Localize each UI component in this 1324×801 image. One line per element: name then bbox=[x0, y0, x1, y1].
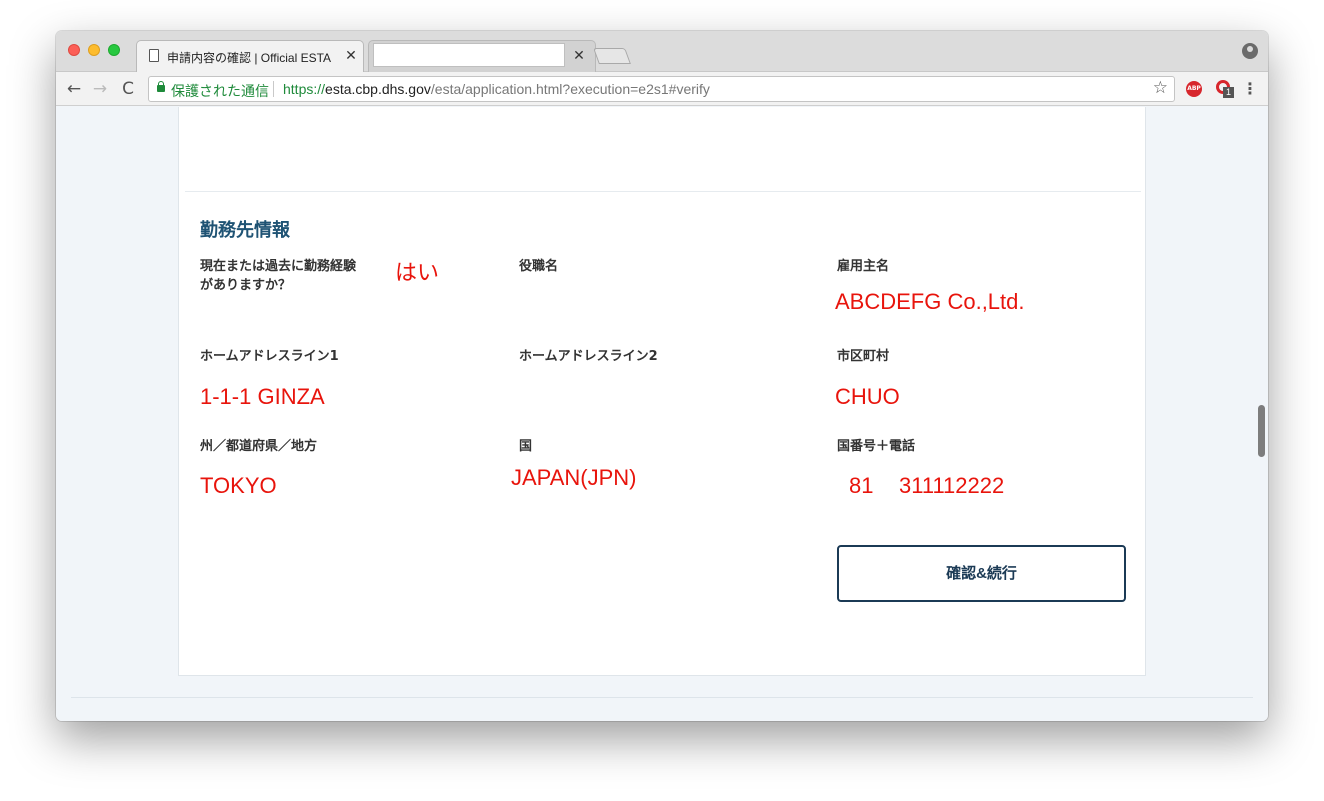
state-label: 州／都道府県／地方 bbox=[200, 439, 318, 454]
employment-experience-label: 現在または過去に勤務経験 がありますか？ bbox=[200, 257, 356, 295]
page-footer-divider bbox=[71, 697, 1253, 698]
city-value: CHUO bbox=[835, 384, 900, 409]
secure-connection-label: 保護された通信 bbox=[171, 83, 269, 99]
close-icon[interactable]: ✕ bbox=[571, 47, 587, 63]
bookmark-star-icon[interactable]: ☆ bbox=[1153, 78, 1168, 98]
job-title-label: 役職名 bbox=[519, 259, 559, 274]
close-icon[interactable]: ✕ bbox=[343, 47, 359, 63]
employment-label-line1: 現在または過去に勤務経験 bbox=[200, 259, 357, 274]
application-card: 勤務先情報 現在または過去に勤務経験 がありますか？ はい 役職名 雇用主名 A… bbox=[178, 107, 1146, 676]
omnibox-separator bbox=[273, 81, 274, 97]
forward-arrow-icon[interactable]: → bbox=[88, 77, 112, 101]
phone-country-code-value: 81 bbox=[849, 473, 874, 498]
address-line1-value: 1-1-1 GINZA bbox=[200, 384, 325, 409]
confirm-continue-button[interactable]: 確認&続行 bbox=[837, 545, 1126, 602]
url-host: esta.cbp.dhs.gov bbox=[325, 81, 431, 97]
profile-icon[interactable] bbox=[1242, 43, 1258, 59]
city-label: 市区町村 bbox=[837, 349, 890, 364]
back-arrow-icon[interactable]: ← bbox=[62, 77, 86, 101]
extension-icon[interactable]: 1 bbox=[1216, 80, 1234, 98]
employment-label-line2: がありますか？ bbox=[200, 278, 292, 293]
section-title: 勤務先情報 bbox=[200, 220, 290, 241]
page-viewport: 勤務先情報 現在または過去に勤務経験 がありますか？ はい 役職名 雇用主名 A… bbox=[56, 107, 1268, 721]
url-path: /esta/application.html?execution=e2s1#ve… bbox=[430, 81, 710, 97]
section-divider bbox=[185, 191, 1141, 192]
phone-number-value: 311112222 bbox=[899, 473, 1005, 498]
employment-experience-value: はい bbox=[395, 260, 440, 285]
scrollbar-thumb[interactable] bbox=[1258, 405, 1265, 457]
page-icon bbox=[149, 49, 159, 62]
tab-strip: 申請内容の確認 | Official ESTA ✕ ✕ bbox=[56, 31, 1268, 72]
lock-icon bbox=[157, 81, 165, 92]
address-line2-label: ホームアドレスライン2 bbox=[519, 349, 658, 364]
country-label: 国 bbox=[519, 439, 533, 454]
state-value: TOKYO bbox=[200, 473, 277, 498]
zoom-window-button[interactable] bbox=[108, 44, 120, 56]
tab-title-blank bbox=[373, 43, 565, 67]
more-menu-icon[interactable]: ⋮ bbox=[1242, 77, 1258, 101]
reload-icon[interactable]: C bbox=[116, 77, 140, 101]
tab-title: 申請内容の確認 | Official ESTA bbox=[167, 51, 332, 65]
new-tab-button[interactable] bbox=[593, 48, 631, 64]
url-text: https://esta.cbp.dhs.gov/esta/applicatio… bbox=[283, 81, 710, 97]
close-window-button[interactable] bbox=[68, 44, 80, 56]
tab-esta-verify[interactable]: 申請内容の確認 | Official ESTA ✕ bbox=[136, 40, 364, 72]
phone-label: 国番号＋電話 bbox=[837, 439, 916, 454]
minimize-window-button[interactable] bbox=[88, 44, 100, 56]
browser-window: 申請内容の確認 | Official ESTA ✕ ✕ ← → C 保護された通… bbox=[56, 31, 1268, 721]
employer-name-label: 雇用主名 bbox=[837, 259, 890, 274]
country-value: JAPAN(JPN) bbox=[511, 465, 637, 490]
url-scheme: https:// bbox=[283, 81, 326, 97]
employer-name-value: ABCDEFG Co.,Ltd. bbox=[835, 289, 1025, 314]
adblock-icon[interactable]: ABP bbox=[1186, 81, 1202, 97]
extension-badge: 1 bbox=[1223, 87, 1234, 98]
tab-blank[interactable]: ✕ bbox=[368, 40, 596, 72]
address-bar[interactable]: 保護された通信 https://esta.cbp.dhs.gov/esta/ap… bbox=[148, 76, 1175, 102]
browser-toolbar: ← → C 保護された通信 https://esta.cbp.dhs.gov/e… bbox=[56, 72, 1268, 106]
address-line1-label: ホームアドレスライン1 bbox=[200, 349, 339, 364]
